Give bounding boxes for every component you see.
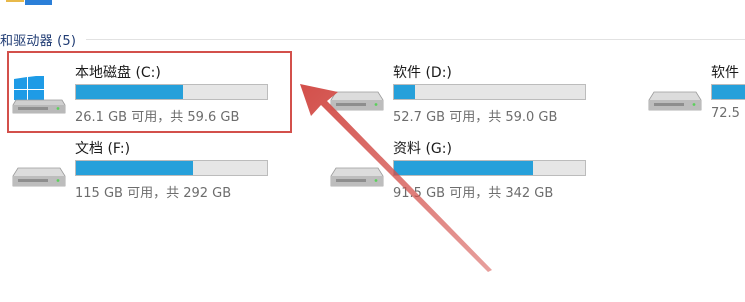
drive-item-g[interactable]: 资料 (G:) 91.5 GB 可用，共 342 GB (330, 136, 630, 206)
hard-drive-icon (648, 91, 702, 111)
drive-usage-bar (393, 160, 586, 176)
drive-usage-fill (76, 85, 183, 99)
drive-usage-fill (76, 161, 193, 175)
drive-space-info: 72.5 (711, 106, 740, 121)
drive-item-e[interactable]: 软件 72.5 (648, 60, 745, 130)
drive-space-info: 26.1 GB 可用，共 59.6 GB (75, 110, 240, 125)
drive-usage-fill (394, 161, 534, 175)
drive-usage-bar (75, 160, 268, 176)
drive-usage-bar (75, 84, 268, 100)
drive-space-info: 52.7 GB 可用，共 59.0 GB (393, 110, 558, 125)
section-title: 和驱动器 (5) (0, 33, 77, 49)
windows-drive-icon (12, 76, 66, 114)
drive-item-f[interactable]: 文档 (F:) 115 GB 可用，共 292 GB (12, 136, 312, 206)
hard-drive-icon (330, 91, 384, 111)
drive-space-info: 115 GB 可用，共 292 GB (75, 186, 232, 201)
hard-drive-icon (330, 167, 384, 187)
drive-usage-fill (712, 85, 745, 99)
drive-name: 软件 (711, 65, 739, 81)
drive-name: 本地磁盘 (C:) (75, 65, 161, 81)
drive-item-c[interactable]: 本地磁盘 (C:) 26.1 GB 可用，共 59.6 GB (12, 60, 312, 130)
folder-icon (6, 0, 52, 5)
drive-space-info: 91.5 GB 可用，共 342 GB (393, 186, 554, 201)
drive-usage-bar (393, 84, 586, 100)
drive-usage-fill (394, 85, 415, 99)
drive-name: 软件 (D:) (393, 65, 452, 81)
drive-name: 文档 (F:) (75, 141, 131, 157)
drive-name: 资料 (G:) (393, 141, 452, 157)
section-divider (86, 38, 745, 40)
section-header[interactable]: 和驱动器 (5) (0, 29, 745, 49)
hard-drive-icon (12, 167, 66, 187)
drive-usage-bar (711, 84, 745, 100)
drive-item-d[interactable]: 软件 (D:) 52.7 GB 可用，共 59.0 GB (330, 60, 630, 130)
